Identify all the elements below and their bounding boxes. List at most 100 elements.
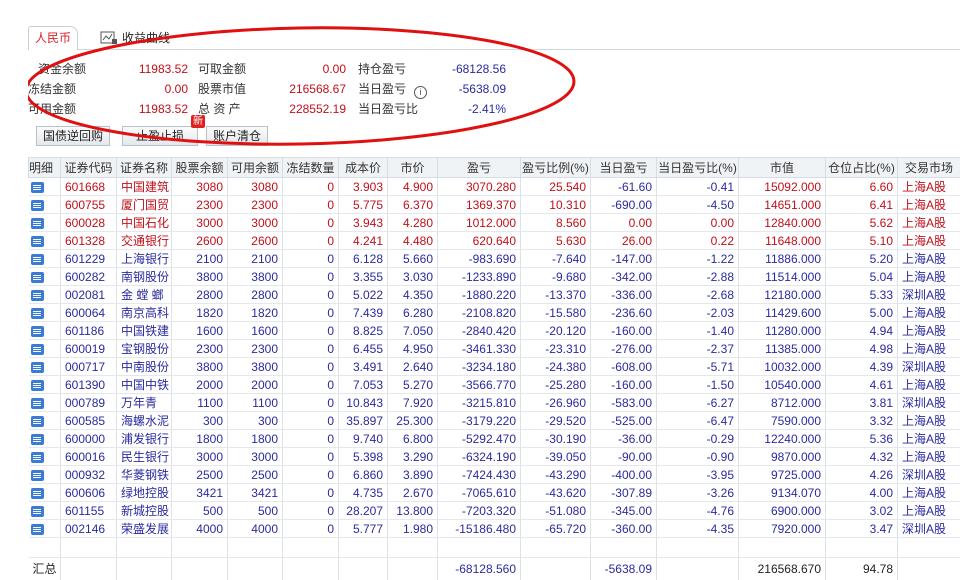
weight-cell: 3.81 (826, 394, 898, 412)
detail-cell[interactable] (29, 178, 61, 196)
detail-icon[interactable] (31, 254, 44, 265)
column-header[interactable]: 成本价 (339, 158, 388, 178)
code-cell: 600755 (61, 196, 117, 214)
detail-icon[interactable] (31, 524, 44, 535)
reverse-repo-button[interactable]: 国债逆回购 (36, 126, 110, 146)
detail-cell[interactable] (29, 340, 61, 358)
column-header[interactable]: 证券名称 (117, 158, 172, 178)
table-row[interactable]: 600016民生银行3000300005.3983.290-6324.190-3… (29, 448, 960, 466)
info-icon[interactable]: i (414, 82, 427, 100)
avail-cell: 1820 (228, 304, 283, 322)
detail-icon[interactable] (31, 218, 44, 229)
detail-cell[interactable] (29, 376, 61, 394)
detail-icon[interactable] (31, 236, 44, 247)
detail-icon[interactable] (31, 488, 44, 499)
detail-icon[interactable] (31, 416, 44, 427)
detail-icon[interactable] (31, 182, 44, 193)
market-cell: 深圳A股 (898, 286, 960, 304)
detail-cell[interactable] (29, 232, 61, 250)
detail-cell[interactable] (29, 268, 61, 286)
pnl-ratio-cell: 25.540 (521, 178, 591, 196)
empty-cell (898, 538, 960, 558)
detail-icon[interactable] (31, 326, 44, 337)
table-row[interactable]: 600585海螺水泥300300035.89725.300-3179.220-2… (29, 412, 960, 430)
detail-icon[interactable] (31, 272, 44, 283)
table-row[interactable]: 600028中国石化3000300003.9434.2801012.0008.5… (29, 214, 960, 232)
detail-cell[interactable] (29, 322, 61, 340)
detail-cell[interactable] (29, 484, 61, 502)
detail-cell[interactable] (29, 502, 61, 520)
detail-cell[interactable] (29, 412, 61, 430)
column-header[interactable]: 当日盈亏 (591, 158, 657, 178)
detail-icon[interactable] (31, 308, 44, 319)
column-header[interactable]: 股票余额 (172, 158, 228, 178)
column-header[interactable]: 仓位占比(%) (826, 158, 898, 178)
daily-pnl-ratio-label: 当日盈亏比 (358, 100, 418, 118)
clear-account-button[interactable]: 账户清仓 (206, 126, 268, 146)
pnl-cell: -3566.770 (438, 376, 521, 394)
detail-icon[interactable] (31, 290, 44, 301)
name-cell: 上海银行 (117, 250, 172, 268)
detail-icon[interactable] (31, 398, 44, 409)
column-header[interactable]: 当日盈亏比(%) (657, 158, 739, 178)
table-row[interactable]: 600606绿地控股3421342104.7352.670-7065.610-4… (29, 484, 960, 502)
detail-icon[interactable] (31, 470, 44, 481)
table-row[interactable]: 601186中国铁建1600160008.8257.050-2840.420-2… (29, 322, 960, 340)
table-row[interactable]: 601229上海银行2100210006.1285.660-983.690-7.… (29, 250, 960, 268)
table-row[interactable]: 600019宝钢股份2300230006.4554.950-3461.330-2… (29, 340, 960, 358)
column-header[interactable]: 盈亏 (438, 158, 521, 178)
column-header[interactable]: 交易市场 (898, 158, 960, 178)
stop-profit-loss-button[interactable]: 止盈止损新 (122, 126, 198, 146)
table-row[interactable]: 600755厦门国贸2300230005.7756.3701369.37010.… (29, 196, 960, 214)
detail-cell[interactable] (29, 286, 61, 304)
tab-profit-curve[interactable]: 收益曲线 (94, 26, 176, 50)
table-row[interactable]: 601155新城控股500500028.20713.800-7203.320-5… (29, 502, 960, 520)
code-cell: 000717 (61, 358, 117, 376)
table-row[interactable]: 000932华菱钢铁2500250006.8603.890-7424.430-4… (29, 466, 960, 484)
detail-cell[interactable] (29, 430, 61, 448)
table-row[interactable]: 600064南京高科1820182007.4396.280-2108.820-1… (29, 304, 960, 322)
detail-cell[interactable] (29, 358, 61, 376)
detail-cell[interactable] (29, 196, 61, 214)
account-panel: 人民币 收益曲线 资金余额 11983.52 可取金额 0.00 持仓盈亏 -6… (28, 22, 960, 540)
detail-icon[interactable] (31, 452, 44, 463)
table-row[interactable]: 000717中南股份3800380003.4912.640-3234.180-2… (29, 358, 960, 376)
column-header[interactable]: 市价 (388, 158, 438, 178)
table-row[interactable]: 002146荣盛发展4000400005.7771.980-15186.480-… (29, 520, 960, 538)
table-row[interactable]: 601390中国中铁2000200007.0535.270-3566.770-2… (29, 376, 960, 394)
table-row[interactable]: 002081金 螳 螂2800280005.0224.350-1880.220-… (29, 286, 960, 304)
detail-cell[interactable] (29, 250, 61, 268)
detail-cell[interactable] (29, 466, 61, 484)
column-header[interactable]: 冻结数量 (283, 158, 339, 178)
column-header[interactable]: 证券代码 (61, 158, 117, 178)
detail-cell[interactable] (29, 448, 61, 466)
market-cell: 上海A股 (898, 232, 960, 250)
detail-cell[interactable] (29, 214, 61, 232)
frozen-cell: 0 (283, 466, 339, 484)
pnl-ratio-cell: 8.560 (521, 214, 591, 232)
market-cell: 深圳A股 (898, 466, 960, 484)
table-row[interactable]: 600282南钢股份3800380003.3553.030-1233.890-9… (29, 268, 960, 286)
detail-icon[interactable] (31, 506, 44, 517)
detail-icon[interactable] (31, 434, 44, 445)
detail-icon[interactable] (31, 380, 44, 391)
name-cell: 浦发银行 (117, 430, 172, 448)
detail-icon[interactable] (31, 200, 44, 211)
table-row[interactable]: 601328交通银行2600260004.2414.480620.6405.63… (29, 232, 960, 250)
frozen-cell: 0 (283, 448, 339, 466)
withdrawable-label: 可取金额 (198, 60, 246, 78)
tab-rmb[interactable]: 人民币 (28, 26, 78, 50)
detail-icon[interactable] (31, 344, 44, 355)
table-row[interactable]: 601668中国建筑3080308003.9034.9003070.28025.… (29, 178, 960, 196)
detail-icon[interactable] (31, 362, 44, 373)
frozen-cell: 0 (283, 358, 339, 376)
column-header[interactable]: 明细 (29, 158, 61, 178)
table-row[interactable]: 000789万年青11001100010.8437.920-3215.810-2… (29, 394, 960, 412)
detail-cell[interactable] (29, 520, 61, 538)
detail-cell[interactable] (29, 394, 61, 412)
detail-cell[interactable] (29, 304, 61, 322)
column-header[interactable]: 盈亏比例(%) (521, 158, 591, 178)
table-row[interactable]: 600000浦发银行1800180009.7406.800-5292.470-3… (29, 430, 960, 448)
column-header[interactable]: 可用余额 (228, 158, 283, 178)
column-header[interactable]: 市值 (739, 158, 826, 178)
